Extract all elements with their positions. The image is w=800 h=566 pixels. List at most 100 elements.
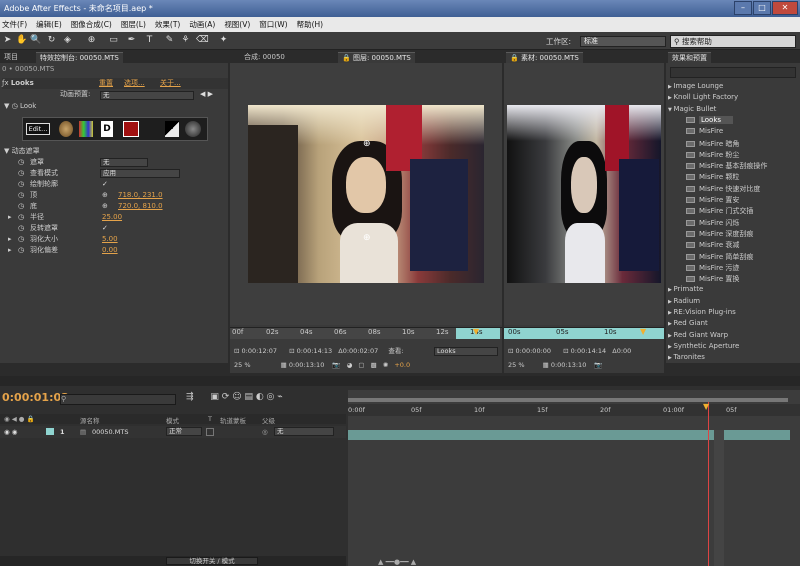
parent-header[interactable]: 父级 [262,415,275,425]
tab-project[interactable]: 项目 [0,52,22,63]
footage-footer-timecode[interactable]: 0:00:13:10 [551,361,587,369]
list-item[interactable]: ▶ Red Giant Warp [668,331,798,339]
graph-editor-icon[interactable]: ⌁ [277,392,282,402]
layer-visibility-icon[interactable]: ◉ ◉ [4,428,17,436]
menu-window[interactable]: 窗口(W) [259,19,287,30]
current-time-indicator-icon[interactable]: ▼ [640,327,646,336]
param-point-value[interactable]: 718.0, 231.0 [118,190,163,201]
disclosure-triangle-icon[interactable]: ▸ [8,234,12,245]
table-row[interactable]: ◉ ◉ 1 ▤ 00050.MTS 正常 ◎ 无 [0,426,346,438]
menu-file[interactable]: 文件(F) [2,19,27,30]
fast-preview-icon[interactable]: ✺ [383,361,388,369]
list-item[interactable]: ▶ Taronites [668,353,798,361]
footage-in-time[interactable]: 0:00:14:14 [571,347,607,355]
layer-parent-select[interactable]: 无 [274,427,334,436]
hide-shy-layers-icon[interactable]: ☺ [232,392,244,402]
list-item[interactable]: ▶ Red Giant [668,319,798,327]
param-point-value[interactable]: 720.0, 810.0 [118,201,163,212]
list-item[interactable]: MisFire 置换 [686,274,800,284]
tab-footage[interactable]: 🔒 素材: 00050.MTS [506,52,583,63]
list-item[interactable]: MisFire 颗粒 [686,172,800,182]
hand-tool-icon[interactable]: ✋ [16,35,27,46]
tab-composition[interactable]: 合成: 00050 [240,52,289,63]
list-item[interactable]: ▶ Knoll Light Factory [668,93,798,101]
preset-nav-arrows-icon[interactable]: ◀ ▶ [200,89,213,100]
look-group[interactable]: ▼ ◷ Look [4,101,36,112]
live-update-icon[interactable]: ▣ [210,392,221,402]
brush-tool-icon[interactable]: ✎ [164,35,175,46]
footage-time-ruler[interactable]: 00s 05s 10s ▼ [504,327,664,339]
layer-time-ruler[interactable]: 00f 02s 04s 06s 08s 10s 12s 14s ▼ [230,327,502,339]
mask-top-point-icon[interactable]: ⊕ [363,139,371,149]
menu-effect[interactable]: 效果(T) [155,19,180,30]
timeline-ruler[interactable]: 0:00f 05f 10f 15f 20f 01:00f 05f [348,404,800,416]
list-item[interactable]: ▶ Radium [668,297,798,305]
pen-tool-icon[interactable]: ✒ [126,35,137,46]
camera-tool-red-icon[interactable] [123,121,139,137]
list-item[interactable]: MisFire 闪烁 [686,218,800,228]
matte-tool-icon[interactable] [79,121,93,137]
about-link[interactable]: 关于... [160,78,181,89]
footage-canvas[interactable] [504,63,664,325]
help-search-input[interactable]: ⚲ 搜索帮助 [670,35,796,48]
stopwatch-icon[interactable]: ◷ [18,179,24,190]
tab-effects-presets[interactable]: 效果和预置 [668,52,711,63]
frame-blending-icon[interactable]: ▤ [244,392,255,402]
presets-search-input[interactable] [670,67,796,78]
source-name-header[interactable]: 源名称 [80,415,100,425]
footage-current-time[interactable]: 0:00:00:00 [516,347,552,355]
view-select[interactable]: Looks [434,347,498,356]
pick-whip-icon[interactable]: ◎ [262,428,268,436]
menu-layer[interactable]: 图层(L) [121,19,146,30]
lens-tool-icon[interactable]: D [101,121,113,137]
mask-bottom-point-icon[interactable]: ⊕ [363,233,371,243]
menu-help[interactable]: 帮助(H) [297,19,324,30]
zoom-select[interactable]: 25 % [234,361,251,369]
motion-blur-icon[interactable]: ◐ [256,392,267,402]
clone-stamp-tool-icon[interactable]: ⚘ [180,35,191,46]
fx-icon[interactable]: ƒx [2,79,11,87]
set-out-point-icon[interactable]: ⊡ [289,347,297,355]
rotate-tool-icon[interactable]: ↻ [46,35,57,46]
menu-view[interactable]: 视图(V) [224,19,250,30]
menu-edit[interactable]: 编辑(E) [36,19,62,30]
param-number-value[interactable]: 0.00 [102,245,118,256]
list-item[interactable]: MisFire 粉尘 [686,150,800,160]
stopwatch-icon[interactable]: ◷ [18,234,24,245]
list-item[interactable]: MisFire 置安 [686,195,800,205]
eraser-tool-icon[interactable]: ⌫ [196,35,209,46]
current-time-indicator-icon[interactable]: ▼ [473,327,479,336]
list-item[interactable]: Looks [686,115,800,124]
draft-3d-icon[interactable]: ⟳ [222,392,232,402]
list-item[interactable]: MisFire 深度刮痕 [686,229,800,239]
disclosure-triangle-icon[interactable]: ▼ [4,147,12,155]
param-number-value[interactable]: 25.00 [102,212,122,223]
crosshair-icon[interactable]: ⊕ [102,201,108,212]
layer-mode-select[interactable]: 正常 [166,427,202,436]
stopwatch-icon[interactable]: ◷ [18,157,24,168]
text-tool-icon[interactable]: T [144,35,155,46]
layer-footer-timecode[interactable]: 0:00:13:10 [289,361,325,369]
set-out-point-icon[interactable]: ⊡ [563,347,571,355]
timeline-zoom-slider[interactable]: ▲ ━━●━━ ▲ [378,558,438,566]
timeline-graph-area[interactable]: 0:00f 05f 10f 15f 20f 01:00f 05f ▼ ▲ ━━●━━ ▲ [348,390,800,566]
footage-zoom-select[interactable]: 25 % [508,361,525,369]
region-of-interest-icon[interactable]: ▢ [358,361,364,369]
list-item[interactable]: MisFire 暗角 [686,139,800,149]
list-item[interactable]: MisFire 门式交插 [686,206,800,216]
pan-behind-tool-icon[interactable]: ⊕ [86,35,97,46]
list-item[interactable]: MisFire 衰减 [686,240,800,250]
time-navigator-bar[interactable] [348,398,788,402]
subject-tool-icon[interactable] [59,121,73,137]
layer-canvas[interactable]: ⊕ ⊕ [230,63,502,325]
param-dropdown[interactable]: 应用 [100,169,180,178]
mode-header[interactable]: 模式 [166,415,179,425]
tab-effect-controls[interactable]: 特效控制台: 00050.MTS [36,52,123,63]
puppet-tool-icon[interactable]: ✦ [218,35,229,46]
close-button[interactable]: ✕ [772,1,798,15]
disclosure-triangle-icon[interactable]: ▸ [8,245,12,256]
rectangle-tool-icon[interactable]: ▭ [108,35,119,46]
maximize-button[interactable]: □ [753,1,771,15]
disclosure-triangle-icon[interactable]: ▸ [8,212,12,223]
preserve-transparency-checkbox[interactable] [206,428,214,436]
